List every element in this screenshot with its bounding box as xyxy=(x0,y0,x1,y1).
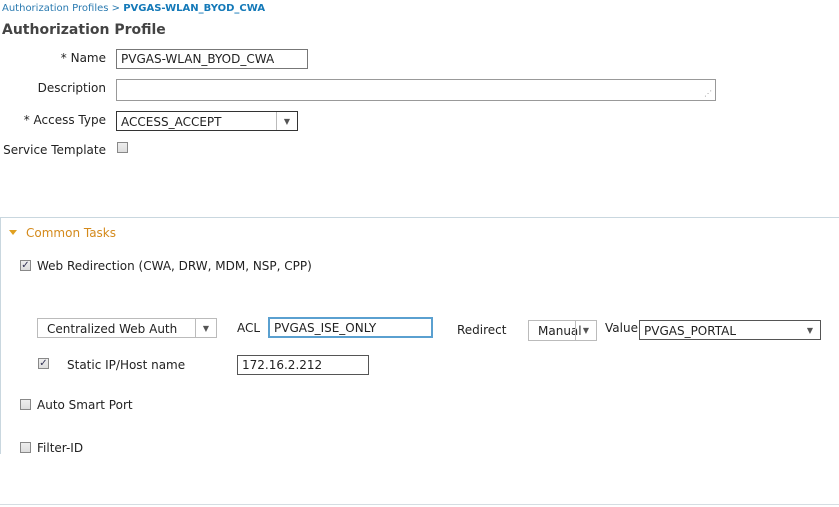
static-ip-label: Static IP/Host name xyxy=(67,358,186,372)
chevron-down-icon: ▼ xyxy=(806,325,814,335)
breadcrumb-current: PVGAS-WLAN_BYOD_CWA xyxy=(123,3,266,14)
service-template-checkbox[interactable] xyxy=(117,142,128,153)
name-label: * Name xyxy=(60,51,106,65)
auto-smart-port-checkbox[interactable] xyxy=(20,399,31,410)
common-tasks-header[interactable]: Common Tasks xyxy=(26,226,116,240)
collapse-triangle-icon[interactable] xyxy=(9,230,17,235)
access-type-label: * Access Type xyxy=(23,113,106,127)
chevron-down-icon: ▼ xyxy=(195,319,216,337)
breadcrumb-parent-link[interactable]: Authorization Profiles xyxy=(2,3,108,14)
acl-label: ACL xyxy=(237,321,261,335)
web-redirection-checkbox[interactable]: ✓ xyxy=(20,260,31,271)
access-type-value: ACCESS_ACCEPT xyxy=(121,115,222,129)
clip-area xyxy=(0,454,839,507)
web-redirection-label: Web Redirection (CWA, DRW, MDM, NSP, CPP… xyxy=(37,259,312,273)
bottom-divider xyxy=(0,504,839,505)
service-template-label: Service Template xyxy=(3,143,106,157)
name-input[interactable]: PVGAS-WLAN_BYOD_CWA xyxy=(116,49,308,69)
auto-smart-port-label: Auto Smart Port xyxy=(37,398,133,412)
value-label: Value xyxy=(605,321,638,335)
section-border xyxy=(0,218,1,454)
portal-value: PVGAS_PORTAL xyxy=(644,324,737,338)
portal-value-select[interactable]: PVGAS_PORTAL ▼ xyxy=(639,320,821,340)
description-label: Description xyxy=(37,81,106,95)
resize-handle-icon[interactable]: ⋰ xyxy=(704,89,712,98)
page-title: Authorization Profile xyxy=(2,22,166,38)
chevron-down-icon: ▼ xyxy=(276,112,297,130)
filter-id-row: Filter-ID xyxy=(0,440,300,454)
redirection-type-value: Centralized Web Auth xyxy=(47,322,178,336)
breadcrumb-separator: > xyxy=(108,3,124,14)
redirect-select[interactable]: Manual ▼ xyxy=(528,320,597,341)
acl-input[interactable]: PVGAS_ISE_ONLY xyxy=(268,317,433,338)
filter-id-label: Filter-ID xyxy=(37,441,84,454)
static-ip-checkbox[interactable]: ✓ xyxy=(38,358,49,369)
description-input[interactable] xyxy=(116,79,716,101)
redirection-type-select[interactable]: Centralized Web Auth ▼ xyxy=(37,318,217,338)
divider xyxy=(0,217,839,218)
static-ip-input[interactable]: 172.16.2.212 xyxy=(237,355,369,375)
access-type-select[interactable]: ACCESS_ACCEPT ▼ xyxy=(116,111,298,131)
chevron-down-icon: ▼ xyxy=(575,321,596,340)
filter-id-checkbox[interactable] xyxy=(20,442,31,453)
redirect-label: Redirect xyxy=(457,323,507,337)
breadcrumb: Authorization Profiles > PVGAS-WLAN_BYOD… xyxy=(2,3,265,14)
